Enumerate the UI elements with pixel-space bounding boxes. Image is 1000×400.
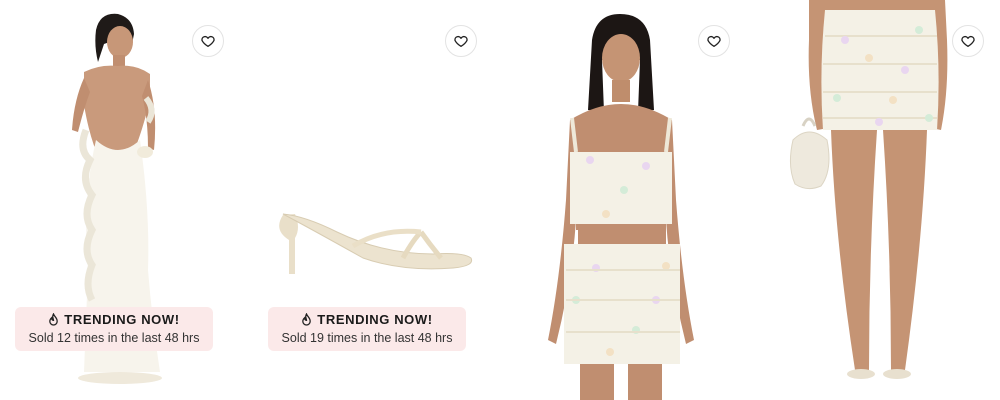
- heart-outline-icon: [201, 35, 215, 47]
- favorite-button[interactable]: [445, 25, 477, 57]
- trending-subtitle: Sold 12 times in the last 48 hrs: [28, 331, 200, 345]
- product-card[interactable]: TRENDING NOW! Sold 19 times in the last …: [253, 0, 498, 400]
- product-grid: TRENDING NOW! Sold 12 times in the last …: [0, 0, 1000, 400]
- product-card[interactable]: [506, 0, 751, 400]
- trending-badge: TRENDING NOW! Sold 12 times in the last …: [15, 307, 213, 351]
- favorite-button[interactable]: [698, 25, 730, 57]
- trending-subtitle: Sold 19 times in the last 48 hrs: [281, 331, 453, 345]
- heart-outline-icon: [961, 35, 975, 47]
- flame-icon: [302, 313, 312, 326]
- heart-outline-icon: [707, 35, 721, 47]
- product-card[interactable]: [759, 0, 1000, 400]
- flame-icon: [49, 313, 59, 326]
- product-image-sequin-set[interactable]: [506, 0, 751, 400]
- trending-title: TRENDING NOW!: [317, 312, 433, 327]
- heart-outline-icon: [454, 35, 468, 47]
- trending-title: TRENDING NOW!: [64, 312, 180, 327]
- product-card[interactable]: TRENDING NOW! Sold 12 times in the last …: [0, 0, 245, 400]
- product-image-sequin-skirt[interactable]: [759, 0, 1000, 400]
- trending-badge: TRENDING NOW! Sold 19 times in the last …: [268, 307, 466, 351]
- favorite-button[interactable]: [952, 25, 984, 57]
- favorite-button[interactable]: [192, 25, 224, 57]
